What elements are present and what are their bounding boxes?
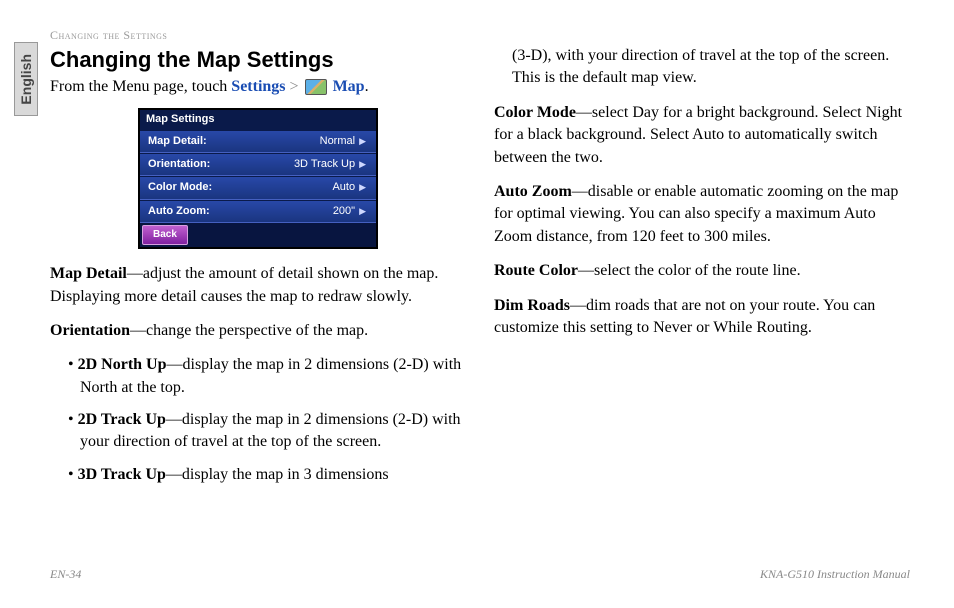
chevron-right-icon: ▶ xyxy=(359,136,366,146)
content-columns: Changing the Map Settings From the Menu … xyxy=(50,45,910,496)
orientation-para: Orientation—change the perspective of th… xyxy=(50,320,466,342)
term-route-color: Route Color xyxy=(494,262,578,279)
page-title: Changing the Map Settings xyxy=(50,45,466,76)
language-label: English xyxy=(18,54,34,105)
row-label: Map Detail: xyxy=(148,134,207,149)
device-screenshot: Map Settings Map Detail: Normal ▶ Orienta… xyxy=(138,108,378,249)
breadcrumb: From the Menu page, touch Settings > Map… xyxy=(50,76,466,98)
screenshot-footer: Back xyxy=(140,223,376,247)
orientation-list: 2D North Up—display the map in 2 dimensi… xyxy=(50,354,466,486)
row-value: Normal xyxy=(320,135,355,147)
row-label: Orientation: xyxy=(148,157,210,172)
term-2d-north: 2D North Up xyxy=(78,356,167,373)
row-label: Color Mode: xyxy=(148,180,212,195)
page-footer: EN-34 KNA-G510 Instruction Manual xyxy=(50,567,910,582)
page-number: EN-34 xyxy=(50,567,81,582)
manual-name: KNA-G510 Instruction Manual xyxy=(760,567,910,582)
screenshot-title: Map Settings xyxy=(140,110,376,129)
breadcrumb-settings: Settings xyxy=(231,78,285,95)
term-2d-track: 2D Track Up xyxy=(78,411,166,428)
row-value: Auto xyxy=(332,181,355,193)
list-item: 3D Track Up—display the map in 3 dimensi… xyxy=(68,464,466,486)
col2-continuation: (3-D), with your direction of travel at … xyxy=(494,45,910,90)
breadcrumb-map: Map xyxy=(333,78,365,95)
color-mode-para: Color Mode—select Day for a bright backg… xyxy=(494,102,910,169)
row-label: Auto Zoom: xyxy=(148,204,210,219)
term-orientation: Orientation xyxy=(50,322,130,339)
term-3d-track: 3D Track Up xyxy=(78,466,166,483)
screenshot-row-colormode: Color Mode: Auto ▶ xyxy=(140,176,376,199)
section-header: Changing the Settings xyxy=(50,28,910,43)
row-value: 200" xyxy=(333,205,355,217)
dim-roads-para: Dim Roads—dim roads that are not on your… xyxy=(494,295,910,340)
screenshot-row-autozoom: Auto Zoom: 200" ▶ xyxy=(140,200,376,223)
route-color-para: Route Color—select the color of the rout… xyxy=(494,260,910,282)
back-button: Back xyxy=(142,225,188,245)
map-icon xyxy=(305,79,327,95)
list-item: 2D Track Up—display the map in 2 dimensi… xyxy=(68,409,466,454)
chevron-right-icon: ▶ xyxy=(359,159,366,169)
row-value: 3D Track Up xyxy=(294,158,355,170)
term-dim-roads: Dim Roads xyxy=(494,297,570,314)
breadcrumb-period: . xyxy=(365,78,369,95)
right-column: (3-D), with your direction of travel at … xyxy=(494,45,910,496)
desc-3d-track: —display the map in 3 dimensions xyxy=(166,466,389,483)
chevron-right-icon: ▶ xyxy=(359,206,366,216)
auto-zoom-para: Auto Zoom—disable or enable automatic zo… xyxy=(494,181,910,248)
desc-route-color: —select the color of the route line. xyxy=(578,262,801,279)
screenshot-row-orientation: Orientation: 3D Track Up ▶ xyxy=(140,153,376,176)
term-map-detail: Map Detail xyxy=(50,265,127,282)
language-tab: English xyxy=(14,42,38,116)
term-color-mode: Color Mode xyxy=(494,104,576,121)
left-column: Changing the Map Settings From the Menu … xyxy=(50,45,466,496)
desc-orientation: —change the perspective of the map. xyxy=(130,322,368,339)
breadcrumb-separator: > xyxy=(286,78,303,95)
screenshot-row-detail: Map Detail: Normal ▶ xyxy=(140,130,376,153)
chevron-right-icon: ▶ xyxy=(359,182,366,192)
term-auto-zoom: Auto Zoom xyxy=(494,183,572,200)
list-item: 2D North Up—display the map in 2 dimensi… xyxy=(68,354,466,399)
breadcrumb-prefix: From the Menu page, touch xyxy=(50,78,231,95)
map-detail-para: Map Detail—adjust the amount of detail s… xyxy=(50,263,466,308)
